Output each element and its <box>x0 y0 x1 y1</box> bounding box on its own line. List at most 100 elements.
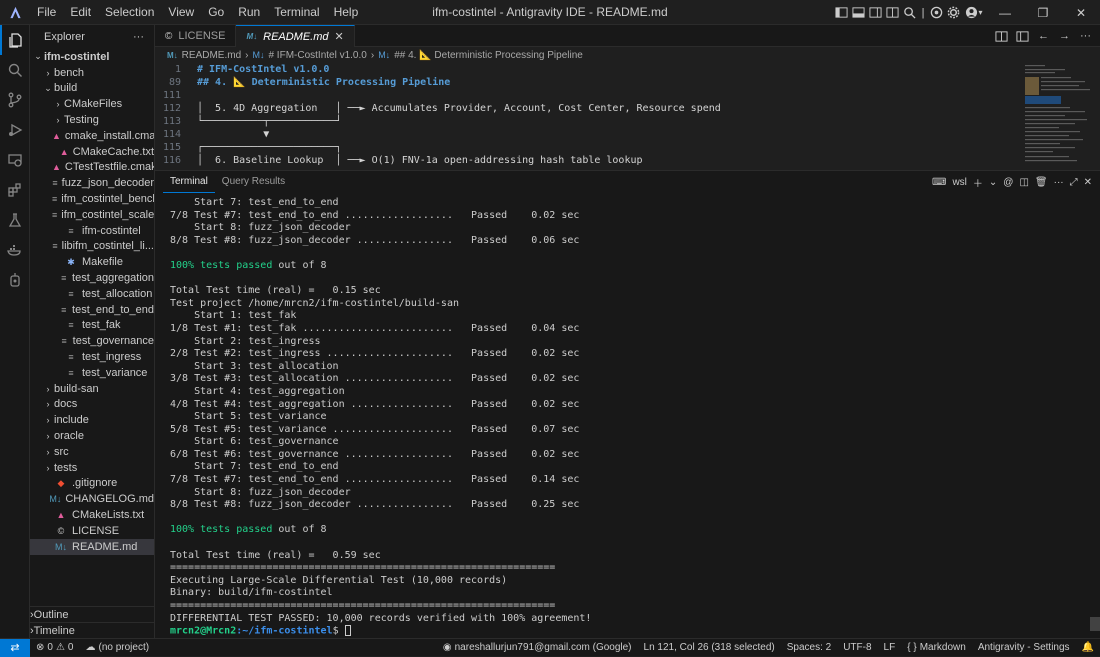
tree-file[interactable]: ≡ test_fak <box>30 318 154 334</box>
menu-selection[interactable]: Selection <box>98 0 161 25</box>
account-avatar-icon[interactable]: ▾ <box>962 4 986 21</box>
tree-file[interactable]: ≡ ifm-costintel <box>30 223 154 239</box>
minimap[interactable] <box>1025 63 1090 170</box>
more-actions-icon[interactable]: ··· <box>1054 177 1064 188</box>
agent-manager-icon[interactable] <box>0 265 30 295</box>
terminal-scrollbar[interactable] <box>1090 617 1100 631</box>
close-tab-icon[interactable]: ✕ <box>335 30 344 43</box>
tree-folder[interactable]: › build-san <box>30 381 154 397</box>
mention-icon[interactable]: @ <box>1003 177 1013 188</box>
run-debug-icon[interactable] <box>0 115 30 145</box>
source-control-icon[interactable] <box>0 85 30 115</box>
tree-file[interactable]: ▲ CMakeLists.txt <box>30 507 154 523</box>
encoding[interactable]: UTF-8 <box>837 642 877 653</box>
tree-folder[interactable]: › docs <box>30 397 154 413</box>
remote-icon[interactable]: ⇄ <box>0 638 30 657</box>
menu-edit[interactable]: Edit <box>63 0 98 25</box>
agent-icon[interactable] <box>928 4 945 21</box>
tree-file[interactable]: M↓ README.md <box>30 538 154 555</box>
tree-file[interactable]: ≡ test_variance <box>30 365 154 381</box>
open-preview-icon[interactable] <box>993 28 1010 45</box>
tree-folder[interactable]: ⌄ build <box>30 81 154 97</box>
new-terminal-icon[interactable]: ＋ <box>973 175 983 190</box>
tree-file[interactable]: ≡ ifm_costintel_bench <box>30 191 154 207</box>
menu-help[interactable]: Help <box>327 0 366 25</box>
breadcrumb-item[interactable]: README.md <box>182 50 241 61</box>
layout-toggle-secondary-icon[interactable] <box>867 4 884 21</box>
tree-file[interactable]: © LICENSE <box>30 523 154 539</box>
tree-file[interactable]: M↓ CHANGELOG.md <box>30 491 154 507</box>
tab-license[interactable]: © LICENSE <box>155 25 237 47</box>
customize-layout-icon[interactable] <box>884 4 901 21</box>
indentation[interactable]: Spaces: 2 <box>781 642 837 653</box>
split-terminal-icon[interactable]: ◫ <box>1019 177 1028 188</box>
remote-explorer-icon[interactable] <box>0 145 30 175</box>
tree-file[interactable]: ≡ test_ingress <box>30 349 154 365</box>
tree-file[interactable]: ≡ test_allocation <box>30 286 154 302</box>
search-view-icon[interactable] <box>0 55 30 85</box>
docker-icon[interactable] <box>0 235 30 265</box>
tree-folder[interactable]: › tests <box>30 460 154 476</box>
menu-terminal[interactable]: Terminal <box>267 0 326 25</box>
end-of-line[interactable]: LF <box>878 642 902 653</box>
language-mode[interactable]: { } Markdown <box>901 642 972 653</box>
more-actions-icon[interactable]: ··· <box>133 31 144 43</box>
breadcrumb-item[interactable]: ## 4. 📐 Deterministic Processing Pipelin… <box>394 50 583 61</box>
tree-file[interactable]: ▲cmake_install.cma... <box>30 128 154 144</box>
menu-go[interactable]: Go <box>201 0 231 25</box>
tree-file[interactable]: ≡ test_end_to_end <box>30 302 154 318</box>
explorer-icon[interactable] <box>0 25 30 55</box>
maximize-button[interactable]: ❐ <box>1024 0 1062 25</box>
notifications-icon[interactable]: 🔔 <box>1076 642 1100 653</box>
more-actions-icon[interactable]: ··· <box>1077 28 1094 45</box>
menu-view[interactable]: View <box>161 0 201 25</box>
tree-file[interactable]: ✱ Makefile <box>30 254 154 270</box>
tree-file[interactable]: ◆ .gitignore <box>30 476 154 492</box>
maximize-panel-icon[interactable]: ⤢ <box>1070 177 1078 188</box>
close-window-button[interactable]: ✕ <box>1062 0 1100 25</box>
tab-readme[interactable]: M↓ README.md ✕ <box>236 25 355 47</box>
trash-icon[interactable]: 🗑 <box>1035 177 1048 188</box>
tree-file[interactable]: ≡ test_governance <box>30 333 154 349</box>
cursor-position[interactable]: Ln 121, Col 26 (318 selected) <box>638 642 781 653</box>
tree-file[interactable]: ▲ CTestTestfile.cmake <box>30 160 154 176</box>
terminal-output[interactable]: Start 7: test_end_to_end 7/8 Test #7: tes… <box>155 193 1100 638</box>
tree-file[interactable]: ▲ CMakeCache.txt <box>30 144 154 160</box>
gear-icon[interactable] <box>945 4 962 21</box>
tab-query-results[interactable]: Query Results <box>215 171 292 193</box>
tree-file[interactable]: ≡ fuzz_json_decoder <box>30 175 154 191</box>
shell-selector[interactable]: wsl <box>952 177 966 188</box>
layout-toggle-sidebar-icon[interactable] <box>833 4 850 21</box>
tab-terminal[interactable]: Terminal <box>163 171 215 193</box>
extensions-icon[interactable] <box>0 175 30 205</box>
go-forward-icon[interactable]: → <box>1056 28 1073 45</box>
close-panel-icon[interactable]: ✕ <box>1084 177 1092 188</box>
tree-folder[interactable]: › CMakeFiles <box>30 96 154 112</box>
layout-toggle-panel-icon[interactable] <box>850 4 867 21</box>
tree-root[interactable]: ⌄ ifm-costintel <box>30 49 154 65</box>
breadcrumb-item[interactable]: # IFM-CostIntel v1.0.0 <box>268 50 366 61</box>
go-back-icon[interactable]: ← <box>1035 28 1052 45</box>
minimize-button[interactable]: — <box>986 0 1024 25</box>
tree-file[interactable]: ≡ test_aggregation <box>30 270 154 286</box>
terminal-prompt[interactable]: mrcn2@Mrcn2:~/ifm-costintel$ <box>170 625 1100 638</box>
split-editor-icon[interactable] <box>1014 28 1031 45</box>
tree-folder[interactable]: › Testing <box>30 112 154 128</box>
tree-file[interactable]: ≡ libifm_costintel_li... <box>30 239 154 255</box>
tree-folder[interactable]: › bench <box>30 65 154 81</box>
testing-flask-icon[interactable] <box>0 205 30 235</box>
tree-folder[interactable]: › include <box>30 412 154 428</box>
settings-label[interactable]: Antigravity - Settings <box>972 642 1076 653</box>
outline-section[interactable]: › Outline <box>30 606 155 622</box>
account-indicator[interactable]: ◉ nareshallurjun791@gmail.com (Google) <box>437 642 638 653</box>
timeline-section[interactable]: › Timeline <box>30 622 155 638</box>
tree-folder[interactable]: › src <box>30 444 154 460</box>
project-indicator[interactable]: ☁ (no project) <box>79 642 155 653</box>
problems-indicator[interactable]: ⊗ 0 ⚠ 0 <box>30 642 79 653</box>
tree-folder[interactable]: › oracle <box>30 428 154 444</box>
app-logo-icon[interactable] <box>0 0 30 25</box>
menu-run[interactable]: Run <box>231 0 267 25</box>
search-icon[interactable] <box>901 4 918 21</box>
tree-file[interactable]: ≡ ifm_costintel_scale <box>30 207 154 223</box>
chevron-down-icon[interactable]: ⌄ <box>989 177 997 188</box>
